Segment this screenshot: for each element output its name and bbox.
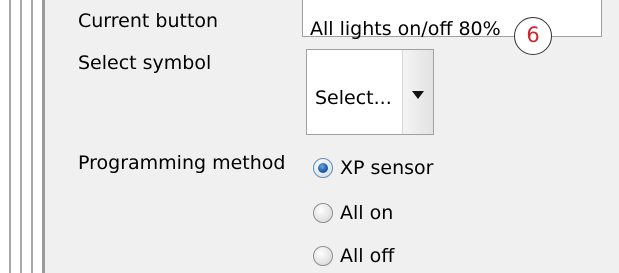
current-button-value: All lights on/off 80% <box>310 18 501 40</box>
radio-button[interactable] <box>313 203 333 223</box>
select-symbol-value: Select... <box>315 87 392 109</box>
programming-method-label: Programming method <box>78 152 286 174</box>
radio-button[interactable] <box>313 246 333 266</box>
radio-label-all-off: All off <box>340 245 395 267</box>
dropdown-button[interactable] <box>402 50 433 134</box>
programming-dialog: Current button All lights on/off 80% 6 S… <box>0 0 619 273</box>
step-number-marker: 6 <box>514 17 552 55</box>
border-line <box>9 0 11 273</box>
triangle-down-icon <box>412 91 424 99</box>
border-line <box>20 0 22 273</box>
radio-button[interactable] <box>313 158 333 178</box>
select-symbol-label: Select symbol <box>78 52 212 74</box>
border-line <box>31 0 33 273</box>
select-symbol-dropdown[interactable]: Select... <box>306 49 434 135</box>
radio-label-xp-sensor: XP sensor <box>340 157 434 179</box>
current-button-field[interactable]: All lights on/off 80% <box>302 0 602 40</box>
current-button-label: Current button <box>78 10 219 32</box>
radio-selected-dot <box>318 163 328 173</box>
radio-label-all-on: All on <box>340 202 394 224</box>
